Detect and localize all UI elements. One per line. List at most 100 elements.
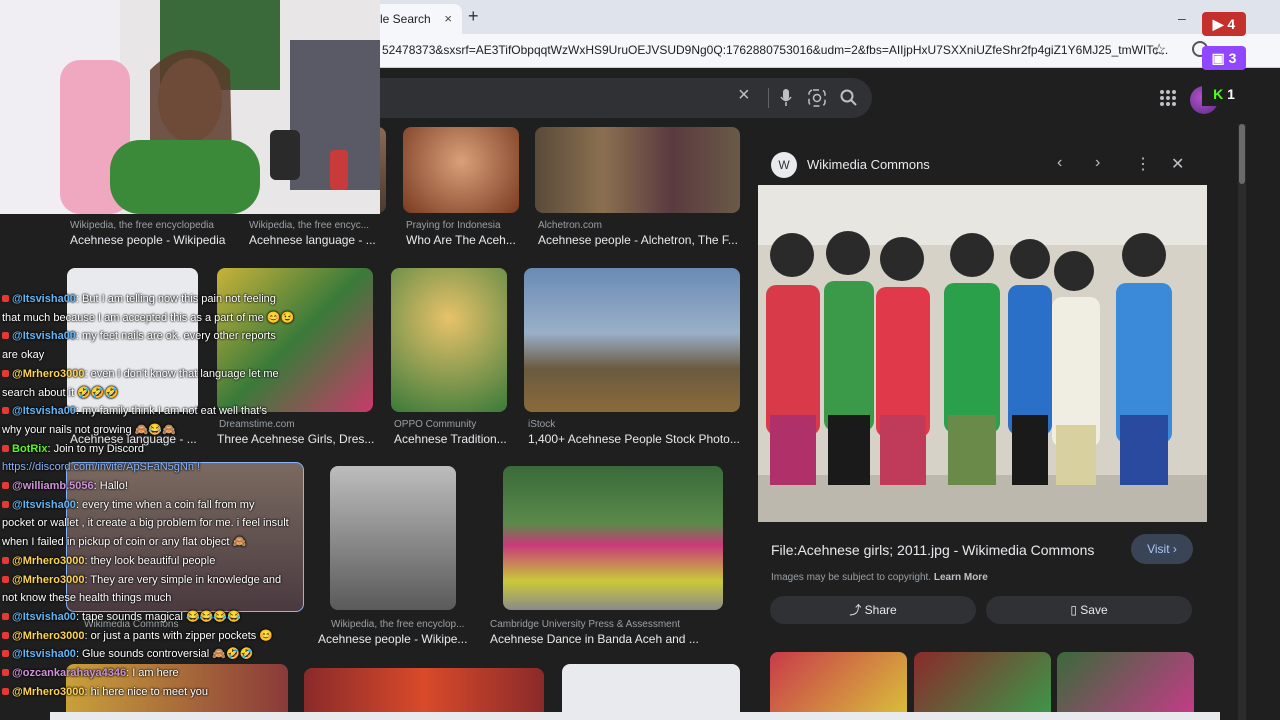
youtube-icon: ▶ xyxy=(1212,16,1228,32)
chat-username: @ozcankarahaya4346 xyxy=(12,667,127,679)
chat-text: : Join to my Discord xyxy=(47,442,145,455)
previous-image-icon[interactable]: ‹ xyxy=(1057,154,1062,172)
chat-text: : even I don't know that language let me xyxy=(84,367,279,380)
result-title-11[interactable]: Acehnese Dance in Banda Aceh and ... xyxy=(490,632,699,646)
related-image-1[interactable] xyxy=(770,652,907,720)
bookmark-icon: ▯ xyxy=(1070,603,1081,617)
result-image-11[interactable] xyxy=(503,466,723,610)
result-title-4[interactable]: Acehnese people - Alchetron, The F... xyxy=(538,233,738,247)
result-title-6[interactable]: Three Acehnese Girls, Dres... xyxy=(217,432,374,446)
result-source-4: Alchetron.com xyxy=(538,220,602,231)
chat-message: @williamb.5056: Hallo! xyxy=(2,477,128,495)
result-image-10[interactable] xyxy=(330,466,456,610)
tab-close-icon[interactable]: × xyxy=(444,11,452,26)
youtube-dot-icon xyxy=(2,612,9,620)
youtube-dot-icon xyxy=(2,332,9,340)
learn-more-link[interactable]: Learn More xyxy=(934,572,988,583)
clear-search-icon[interactable]: × xyxy=(738,84,750,107)
tab-title: le Search xyxy=(380,12,431,26)
share-button[interactable]: ⤴ Share xyxy=(770,596,976,624)
chat-text: : Glue sounds controversial 🙈🤣🤣 xyxy=(75,648,254,661)
related-image-3[interactable] xyxy=(1057,652,1194,720)
result-source-8: iStock xyxy=(528,419,556,430)
preview-image[interactable] xyxy=(758,185,1207,522)
result-source-7: OPPO Community xyxy=(394,419,477,430)
chat-text: search about it 🤣🤣🤣 xyxy=(2,386,119,399)
youtube-dot-icon xyxy=(2,500,9,508)
tab-google-search[interactable]: le Search × xyxy=(370,4,462,34)
chat-text: are okay xyxy=(2,349,45,362)
chat-message: @Itsvisha00: my feet nails are ok. every… xyxy=(2,327,276,345)
next-image-icon[interactable]: › xyxy=(1095,154,1100,172)
minimize-button[interactable]: – xyxy=(1178,10,1186,26)
result-image-8[interactable] xyxy=(524,268,740,412)
chat-username: @Mrhero3000 xyxy=(12,629,85,642)
result-title-8[interactable]: 1,400+ Acehnese People Stock Photo... xyxy=(528,432,740,446)
result-title-1[interactable]: Acehnese people - Wikipedia xyxy=(70,233,225,247)
chat-username: @Itsvisha00 xyxy=(12,293,76,305)
new-tab-button[interactable]: + xyxy=(468,6,479,27)
kick-count: 1 xyxy=(1227,86,1235,102)
chat-message: @Mrhero3000: they look beautiful people xyxy=(2,552,215,570)
google-apps-icon[interactable] xyxy=(1160,90,1176,111)
chat-text: : But I am telling now this pain not fee… xyxy=(75,293,276,305)
chat-message: @Itsvisha00: my family think I am not ea… xyxy=(2,402,267,420)
chat-username: @Mrhero3000 xyxy=(12,573,85,586)
youtube-dot-icon xyxy=(2,669,9,676)
twitch-badge: ▣ 3 xyxy=(1202,46,1246,70)
chat-message: @Itsvisha00: tape sounds magical 😂😂😂😂 xyxy=(2,608,241,626)
image-preview-panel: W Wikimedia Commons ‹ › ⋮ ✕ File:Acehnes… xyxy=(757,140,1217,720)
divider xyxy=(768,88,769,108)
chat-text: : Hallo! xyxy=(93,480,128,492)
panel-image-title[interactable]: File:Acehnese girls; 2011.jpg - Wikimedi… xyxy=(771,542,1094,558)
url-text[interactable]: 52478373&sxsrf=AE3TifObpqqtWzWxHS9UruOEJ… xyxy=(382,43,1168,57)
panel-source[interactable]: Wikimedia Commons xyxy=(807,157,930,172)
scrollbar-thumb[interactable] xyxy=(1239,124,1245,184)
chat-message: @Itsvisha00: every time when a coin fall… xyxy=(2,496,254,514)
page-scrollbar[interactable] xyxy=(1238,124,1246,720)
chat-message: when I failed in pickup of coin or any f… xyxy=(2,533,246,551)
result-title-7[interactable]: Acehnese Tradition... xyxy=(394,432,507,446)
result-image-4[interactable] xyxy=(535,127,740,213)
result-title-2[interactable]: Acehnese language - ... xyxy=(249,233,376,247)
chat-text: : they look beautiful people xyxy=(84,554,216,567)
more-options-icon[interactable]: ⋮ xyxy=(1135,154,1151,174)
result-title-10[interactable]: Acehnese people - Wikipe... xyxy=(318,632,467,646)
bookmark-star-icon[interactable]: ☆ xyxy=(1152,40,1166,60)
youtube-dot-icon xyxy=(2,556,9,564)
status-bar xyxy=(50,712,1220,720)
youtube-dot-icon xyxy=(2,295,9,302)
lens-icon[interactable] xyxy=(808,89,826,107)
search-input[interactable]: × xyxy=(380,78,872,118)
twitch-icon: ▣ xyxy=(1211,50,1229,66)
result-image-7[interactable] xyxy=(391,268,507,412)
mic-icon[interactable] xyxy=(780,89,792,107)
result-image-3[interactable] xyxy=(403,127,519,213)
youtube-count: 4 xyxy=(1227,16,1236,32)
chat-text: why your nails not growing 🙈😂🙈 xyxy=(2,423,176,436)
chat-text: when I failed in pickup of coin or any f… xyxy=(2,536,247,549)
copyright-notice: Images may be subject to copyright. Lear… xyxy=(771,572,988,583)
chat-message: @ozcankarahaya4346: I am here xyxy=(2,664,179,682)
result-title-3[interactable]: Who Are The Aceh... xyxy=(406,233,516,247)
save-button[interactable]: ▯ Save xyxy=(986,596,1192,624)
chat-message: @Mrhero3000: even I don't know that lang… xyxy=(2,365,279,383)
result-source-10: Wikipedia, the free encyclop... xyxy=(331,619,465,630)
related-image-2[interactable] xyxy=(914,652,1051,720)
result-source-11: Cambridge University Press & Assessment xyxy=(490,619,681,630)
visit-button[interactable]: Visit › xyxy=(1131,534,1193,564)
chat-text: : or just a pants with zipper pockets 😊 xyxy=(84,629,274,642)
chat-message: not know these health things much xyxy=(2,589,171,607)
chat-text: that much because I am accepted this as … xyxy=(2,311,295,324)
youtube-dot-icon xyxy=(2,650,9,658)
copyright-text: Images may be subject to copyright. xyxy=(771,572,932,583)
webcam-overlay xyxy=(0,0,380,214)
kick-badge: K 1 xyxy=(1202,82,1246,106)
youtube-dot-icon xyxy=(2,575,9,583)
chat-message: @Itsvisha00: Glue sounds controversial 🙈… xyxy=(2,645,253,663)
chat-username: @williamb.5056 xyxy=(12,480,94,492)
chat-message: @Mrhero3000: or just a pants with zipper… xyxy=(2,627,273,645)
youtube-dot-icon xyxy=(2,631,9,639)
close-panel-icon[interactable]: ✕ xyxy=(1171,154,1184,174)
search-icon[interactable] xyxy=(840,89,858,107)
